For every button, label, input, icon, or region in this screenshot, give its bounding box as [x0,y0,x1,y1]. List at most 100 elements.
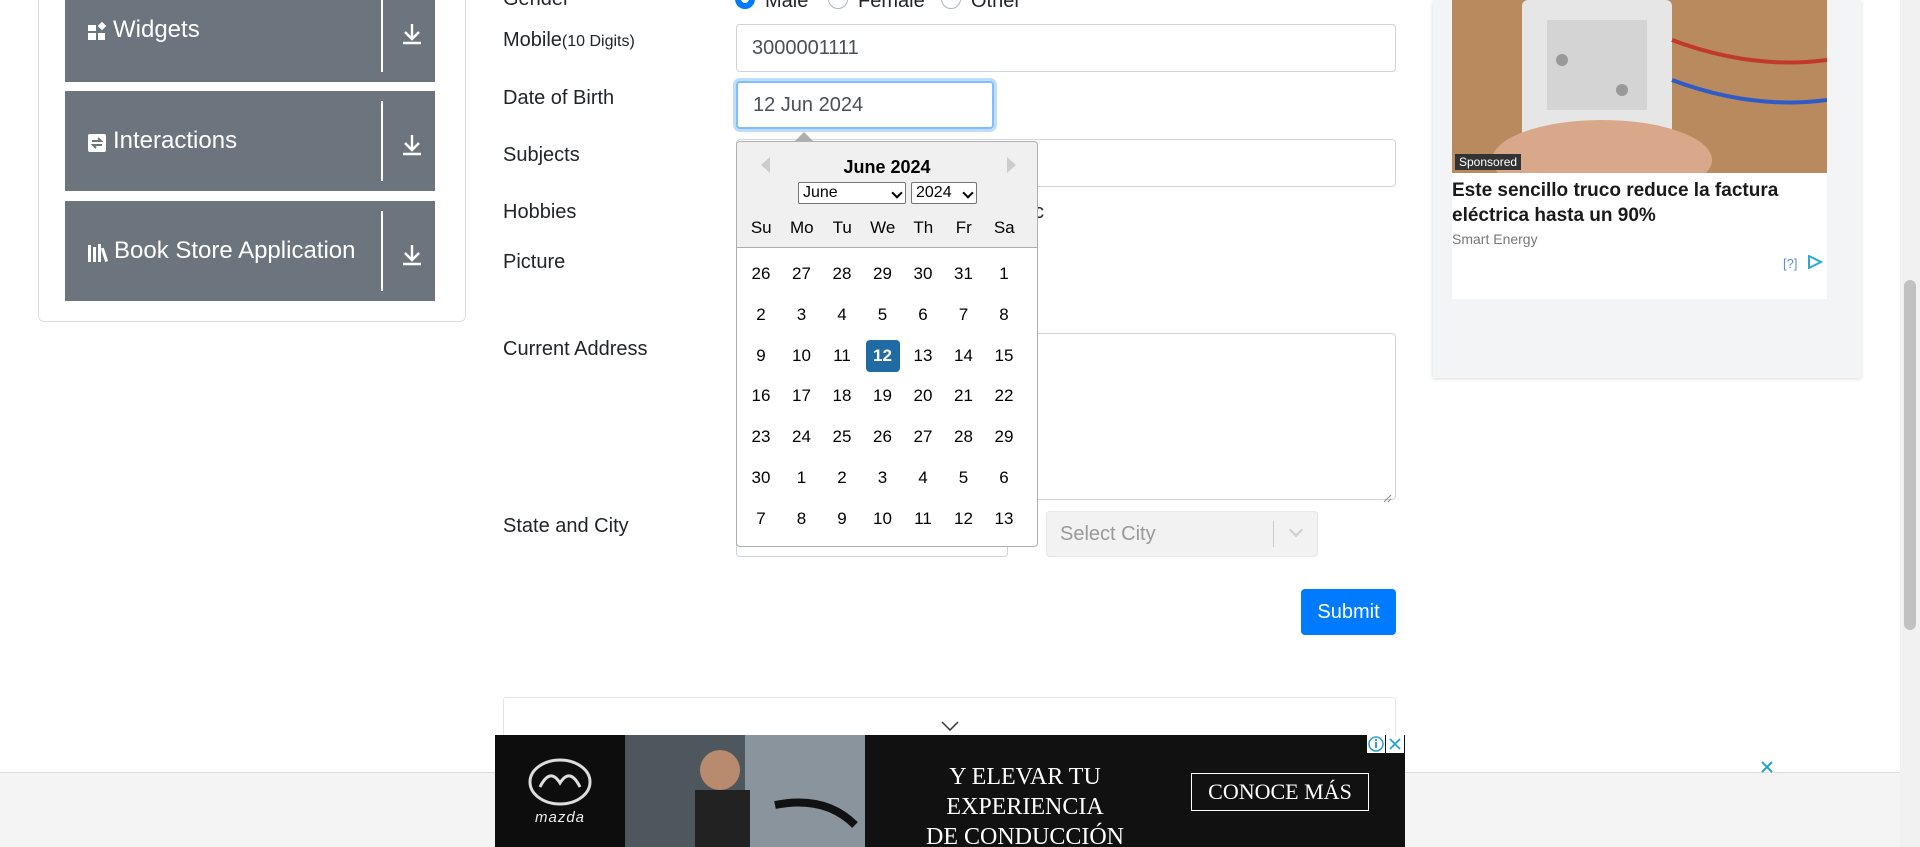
calendar-day[interactable]: 21 [947,380,981,412]
adchoices-icon[interactable] [1807,254,1824,274]
right-sidebar-ad[interactable]: Sponsored Este sencillo truco reduce la … [1433,0,1861,378]
calendar-day[interactable]: 24 [785,421,819,453]
gender-radio-female[interactable] [828,0,848,9]
calendar-day[interactable]: 11 [906,503,940,535]
calendar-day[interactable]: 12 [947,503,981,535]
mobile-input[interactable]: 3000001111 [736,24,1396,72]
calendar-day[interactable]: 18 [825,380,859,412]
calendar-day[interactable]: 30 [906,258,940,290]
download-icon[interactable] [401,133,423,157]
calendar-day[interactable]: 14 [947,340,981,372]
calendar-day[interactable]: 4 [825,299,859,331]
month-select-value: June [803,184,838,201]
ad-text-line2: DE CONDUCCIÓN [926,824,1124,847]
separator [1273,521,1274,547]
calendar-day[interactable]: 1 [785,462,819,494]
download-icon[interactable] [401,22,423,46]
calendar-day[interactable]: 6 [987,462,1021,494]
year-select-value: 2024 [916,184,952,201]
calendar-day[interactable]: 27 [906,421,940,453]
current-address-label: Current Address [503,338,648,360]
calendar-day[interactable]: 30 [744,462,778,494]
gender-radio-other[interactable] [941,0,961,9]
calendar-day[interactable]: 5 [947,462,981,494]
next-month-icon[interactable] [1007,157,1016,173]
calendar-day[interactable]: 15 [987,340,1021,372]
ad-close-icon[interactable] [1386,735,1404,753]
calendar-day[interactable]: 2 [825,462,859,494]
calendar-day[interactable]: 3 [785,299,819,331]
select-city-placeholder: Select City [1060,523,1156,545]
calendar-day[interactable]: 7 [744,503,778,535]
calendar-day[interactable]: 13 [906,340,940,372]
calendar-day[interactable]: 20 [906,380,940,412]
sidebar-group-interactions[interactable]: Interactions [65,91,435,191]
gender-label: Gender [503,0,570,11]
calendar-day[interactable]: 8 [785,503,819,535]
ad-text-line1: Y ELEVAR TU EXPERIENCIA [946,764,1104,820]
mobile-hint: (10 Digits) [561,33,635,50]
calendar-day[interactable]: 2 [744,299,778,331]
ad-headline[interactable]: Este sencillo truco reduce la factura el… [1452,178,1827,228]
calendar-day[interactable]: 25 [825,421,859,453]
calendar-day[interactable]: 28 [947,421,981,453]
sidebar-group-widgets[interactable]: Widgets [65,0,435,82]
calendar-day[interactable]: 8 [987,299,1021,331]
calendar-day[interactable]: 9 [825,503,859,535]
select-city[interactable]: Select City [1046,511,1318,557]
chevron-down-icon[interactable] [941,718,959,736]
calendar-day[interactable]: 26 [866,421,900,453]
dob-input[interactable]: 12 Jun 2024 [736,81,994,129]
ad-cta-button[interactable]: CONOCE MÁS [1191,773,1369,811]
calendar-day[interactable]: 16 [744,380,778,412]
datepicker-arrow [795,132,813,141]
calendar-day[interactable]: 26 [744,258,778,290]
scrollbar-thumb[interactable] [1904,280,1916,630]
state-city-label: State and City [503,515,629,537]
calendar-day[interactable]: 10 [866,503,900,535]
calendar-day[interactable]: 31 [947,258,981,290]
ad-info-icon[interactable] [1367,735,1385,753]
hobbies-label: Hobbies [503,201,577,223]
calendar-day[interactable]: 6 [906,299,940,331]
gender-radio-male[interactable] [735,0,755,9]
calendar-day[interactable]: 27 [785,258,819,290]
submit-button[interactable]: Submit [1301,589,1396,635]
calendar-day[interactable]: 23 [744,421,778,453]
download-icon[interactable] [401,243,423,267]
month-select[interactable]: June [798,182,906,204]
calendar-day[interactable]: 4 [906,462,940,494]
resize-handle-icon[interactable] [1382,486,1392,503]
calendar-day[interactable]: 29 [866,258,900,290]
calendar-day[interactable]: 22 [987,380,1021,412]
year-select[interactable]: 2024 [911,182,977,204]
ad-brand-name: mazda [534,809,586,826]
calendar-day[interactable]: 13 [987,503,1021,535]
close-ad-icon[interactable] [1760,760,1774,779]
calendar-day-selected[interactable]: 12 [865,339,900,372]
page-scrollbar[interactable] [1900,0,1920,847]
calendar-day[interactable]: 1 [987,258,1021,290]
calendar-day[interactable]: 10 [785,340,819,372]
calendar-day[interactable]: 29 [987,421,1021,453]
ad-photo [625,735,865,847]
calendar-day[interactable]: 11 [825,340,859,372]
sidebar-group-book-store[interactable]: Book Store Application [65,201,435,301]
calendar-day[interactable]: 17 [785,380,819,412]
ad-text: Y ELEVAR TU EXPERIENCIA DE CONDUCCIÓN [875,762,1175,847]
chevron-down-icon [1288,522,1304,538]
calendar-day[interactable]: 7 [947,299,981,331]
calendar-day[interactable]: 19 [866,380,900,412]
calendar-day[interactable]: 9 [744,340,778,372]
ad-image: Sponsored [1452,0,1827,173]
calendar-day[interactable]: 5 [866,299,900,331]
interactions-icon [87,133,107,153]
calendar-day[interactable]: 28 [825,258,859,290]
separator [381,0,383,72]
ad-help-link[interactable]: [?] [1783,256,1797,271]
banner-ad[interactable]: mazda Y ELEVAR TU EXPERIENCIA DE CONDUCC… [495,735,1405,847]
weekday-label: Sa [993,218,1015,237]
ad-brand-panel: mazda [495,735,625,847]
calendar-day[interactable]: 3 [866,462,900,494]
weekday-label: Su [750,218,772,237]
